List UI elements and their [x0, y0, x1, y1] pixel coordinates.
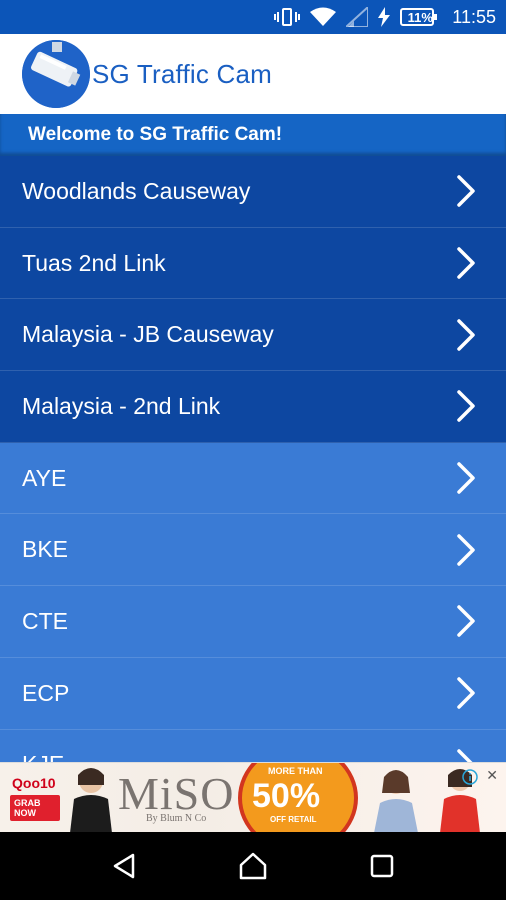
- list-item-label: CTE: [22, 607, 68, 634]
- chevron-right-icon: [456, 246, 476, 280]
- chevron-right-icon: [456, 676, 476, 710]
- camera-location-list: Woodlands Causeway Tuas 2nd Link Malaysi…: [0, 156, 506, 762]
- vibrate-icon: [274, 6, 301, 28]
- qoo10-logo: Qoo10 GRAB NOW: [4, 767, 60, 827]
- ad-info-icon[interactable]: [462, 769, 478, 789]
- recents-icon[interactable]: [352, 836, 412, 896]
- list-item-label: Woodlands Causeway: [22, 177, 251, 204]
- chevron-right-icon: [456, 461, 476, 495]
- list-item-label: AYE: [22, 464, 67, 491]
- ad-subheadline: By Blum N Co: [146, 813, 207, 824]
- app-header: SG Traffic Cam: [0, 34, 506, 114]
- chevron-right-icon: [456, 533, 476, 567]
- list-item-malaysia-jb-causeway[interactable]: Malaysia - JB Causeway: [0, 299, 506, 372]
- signal-icon: [346, 7, 369, 27]
- ad-brand: Qoo10: [12, 775, 56, 791]
- list-item-label: Malaysia - JB Causeway: [22, 321, 274, 348]
- welcome-banner: Welcome to SG Traffic Cam!: [0, 114, 506, 156]
- ad-model-image: [374, 770, 418, 832]
- ad-model-image: [70, 768, 112, 832]
- list-item-label: Malaysia - 2nd Link: [22, 392, 221, 419]
- list-item-malaysia-2nd-link[interactable]: Malaysia - 2nd Link: [0, 371, 506, 443]
- chevron-right-icon: [456, 318, 476, 352]
- welcome-text: Welcome to SG Traffic Cam!: [28, 124, 283, 145]
- list-item-kje[interactable]: KJE: [0, 729, 506, 762]
- ad-percent: 50%: [252, 777, 321, 815]
- ad-off-retail: OFF RETAIL: [270, 815, 317, 824]
- ad-more-than: MORE THAN: [268, 766, 323, 776]
- status-bar: 11% 11:55: [0, 0, 506, 34]
- chevron-right-icon: [456, 174, 476, 208]
- list-item-label: KJE: [22, 751, 64, 762]
- home-icon[interactable]: [223, 836, 283, 896]
- ad-model-image: [440, 769, 480, 832]
- ad-cta-button[interactable]: GRAB NOW: [10, 795, 60, 821]
- chevron-right-icon: [456, 748, 476, 762]
- back-icon[interactable]: [94, 836, 154, 896]
- navigation-bar: [0, 832, 506, 900]
- list-item-ecp[interactable]: ECP: [0, 657, 506, 730]
- battery-percentage: 11%: [407, 9, 433, 25]
- app-title: SG Traffic Cam: [92, 58, 273, 89]
- ad-banner[interactable]: Qoo10 GRAB NOW MiSO By Blum N Co MORE TH…: [0, 762, 506, 832]
- clock: 11:55: [452, 6, 496, 27]
- ad-close-icon[interactable]: ✕: [486, 767, 498, 784]
- list-item-aye[interactable]: AYE: [0, 442, 506, 515]
- traffic-camera-icon: [22, 40, 90, 108]
- list-item-bke[interactable]: BKE: [0, 514, 506, 587]
- list-item-tuas-2nd-link[interactable]: Tuas 2nd Link: [0, 227, 506, 300]
- chevron-right-icon: [456, 389, 476, 423]
- charging-icon: [378, 7, 391, 27]
- wifi-icon: [310, 7, 337, 27]
- list-item-label: ECP: [22, 679, 70, 706]
- list-item-label: Tuas 2nd Link: [22, 249, 166, 276]
- list-item-cte[interactable]: CTE: [0, 586, 506, 658]
- list-item-woodlands-causeway[interactable]: Woodlands Causeway: [0, 156, 506, 228]
- chevron-right-icon: [456, 604, 476, 638]
- list-item-label: BKE: [22, 536, 69, 563]
